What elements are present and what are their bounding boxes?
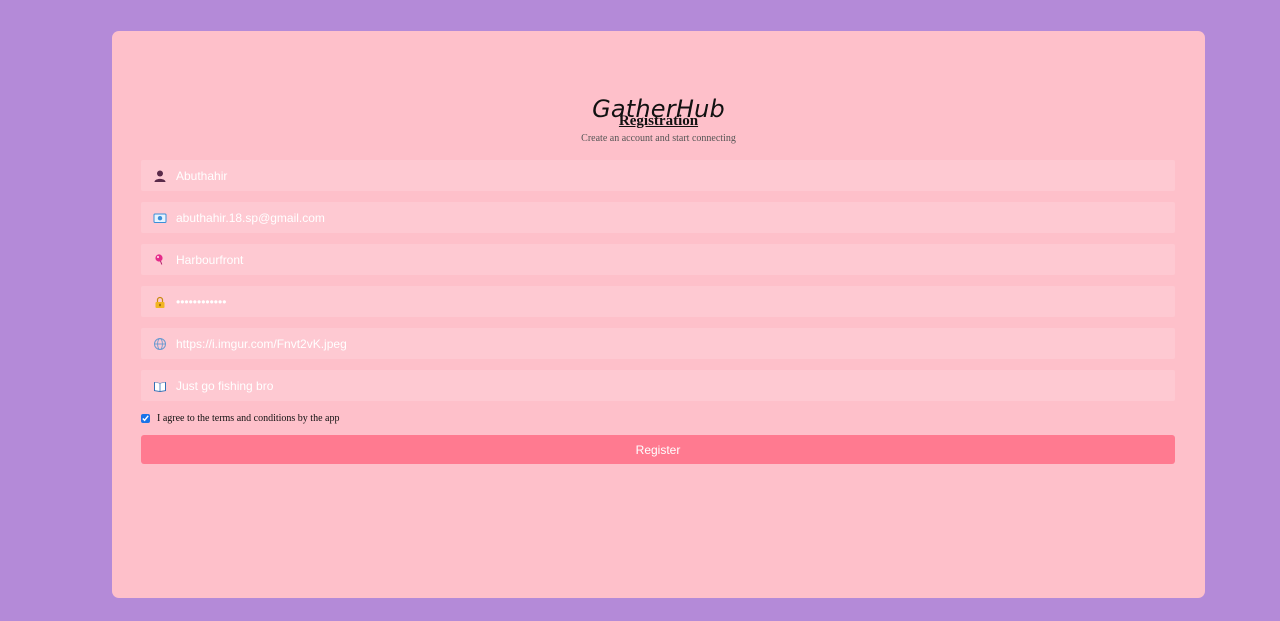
- agree-terms-label: I agree to the terms and conditions by t…: [157, 412, 340, 424]
- agree-terms-checkbox[interactable]: [141, 413, 150, 423]
- avatar-url-field: [141, 328, 1175, 359]
- email-field: [141, 202, 1175, 233]
- bio-input[interactable]: [176, 370, 1156, 401]
- register-button[interactable]: Register: [141, 435, 1175, 464]
- registration-card: GatherHub Registration Create an account…: [112, 31, 1205, 598]
- bio-field: [141, 370, 1175, 401]
- user-icon: [154, 170, 166, 182]
- book-icon: [154, 382, 166, 392]
- email-icon: [153, 213, 167, 223]
- location-input[interactable]: [176, 244, 1156, 275]
- lock-icon: [155, 296, 165, 308]
- username-input[interactable]: [176, 160, 1156, 191]
- location-icon: [155, 254, 163, 265]
- form-title: Registration: [618, 113, 699, 129]
- password-input[interactable]: [176, 286, 1156, 317]
- email-input[interactable]: [176, 202, 1156, 233]
- form-subtitle: Create an account and start connecting: [581, 133, 736, 144]
- globe-icon: [154, 338, 166, 350]
- location-field: [141, 244, 1175, 275]
- username-field: [141, 160, 1175, 191]
- password-field: [141, 286, 1175, 317]
- agree-terms-row[interactable]: I agree to the terms and conditions by t…: [141, 411, 339, 425]
- avatar-url-input[interactable]: [176, 328, 1156, 359]
